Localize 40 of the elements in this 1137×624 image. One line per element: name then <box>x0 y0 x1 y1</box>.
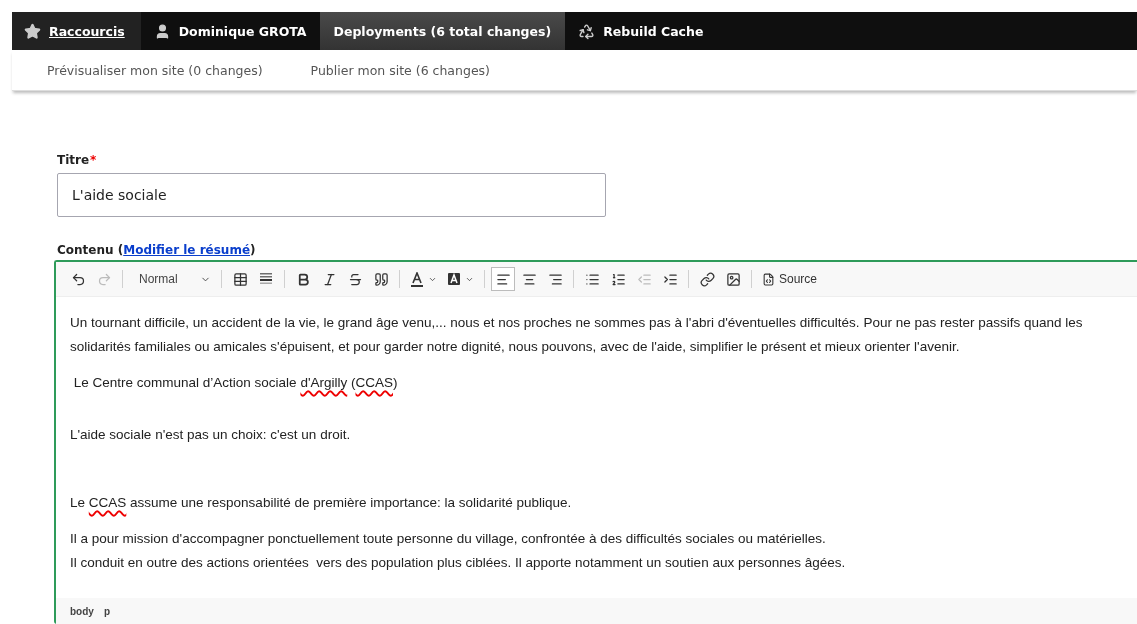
recycle-icon <box>578 22 596 40</box>
align-left-icon <box>495 271 511 287</box>
link-icon <box>699 271 715 287</box>
star-icon <box>24 22 41 40</box>
horizontal-rule-icon <box>259 272 273 286</box>
title-input[interactable]: L'aide sociale <box>57 173 606 217</box>
align-left-button[interactable] <box>491 267 515 291</box>
source-button[interactable]: Source <box>758 267 822 291</box>
paragraph: Il a pour mission d'accompagner ponctuellement toute personne du village, confrontée à des difficultés sociales ou matérielles. Il conduit en outre des actions orientées vers des population plus ciblées. Il apporte notamment un soutien aux personnes âgées. <box>70 530 847 572</box>
image-icon <box>725 271 741 287</box>
path-item[interactable]: body <box>70 605 94 617</box>
parenthesis-text: ) <box>250 243 256 257</box>
toolbar-tab[interactable]: Deployments (6 total changes) <box>319 12 566 50</box>
numbered-list-icon <box>610 271 626 287</box>
format-dropdown[interactable]: Normal <box>129 267 215 291</box>
paragraph: Un tournant difficile, un accident de la vie, le grand âge venu,... nous et nos proches ne sommes pas à l'abri d'éventuelles difficultés. Pour ne pas rester passifs quand les solidarités familiales ou amicales s'épuisent, et pour garder notre dignité, nous pouvons, avec de l'aide, simplifier le présent et mieux orienter l'avenir. <box>70 314 1084 356</box>
paragraph: Le Centre communal d’Action sociale d'Argilly (CCAS) <box>72 374 399 392</box>
outdent-icon <box>636 271 652 287</box>
toolbar-tab[interactable]: Raccourcis <box>12 12 141 50</box>
redo-icon <box>96 271 112 287</box>
indent-icon <box>662 271 678 287</box>
align-right-icon <box>547 271 563 287</box>
strikethrough-icon <box>347 271 363 287</box>
paragraph: Le CCAS assume une responsabilité de première importance: la solidarité publique. <box>70 494 573 512</box>
path-item[interactable]: p <box>103 605 110 617</box>
align-center-icon <box>521 271 537 287</box>
table-icon <box>232 271 248 287</box>
italic-icon <box>321 271 337 287</box>
field-label: Contenu ( <box>57 243 124 257</box>
tray-link[interactable]: Publier mon site (6 changes) <box>310 62 490 78</box>
background-color-icon <box>447 272 461 286</box>
bulleted-list-icon <box>584 271 600 287</box>
undo-icon <box>70 271 86 287</box>
field-label: Titre* <box>57 153 98 167</box>
tray-link[interactable]: Prévisualiser mon site (0 changes) <box>47 62 263 78</box>
paragraph: L'aide sociale n'est pas un choix: c'est un droit. <box>70 426 352 444</box>
quote-icon <box>373 271 389 287</box>
code-file-icon <box>762 272 775 286</box>
edit-summary-link[interactable]: Modifier le résumé <box>123 243 251 257</box>
text-color-icon <box>410 271 424 287</box>
